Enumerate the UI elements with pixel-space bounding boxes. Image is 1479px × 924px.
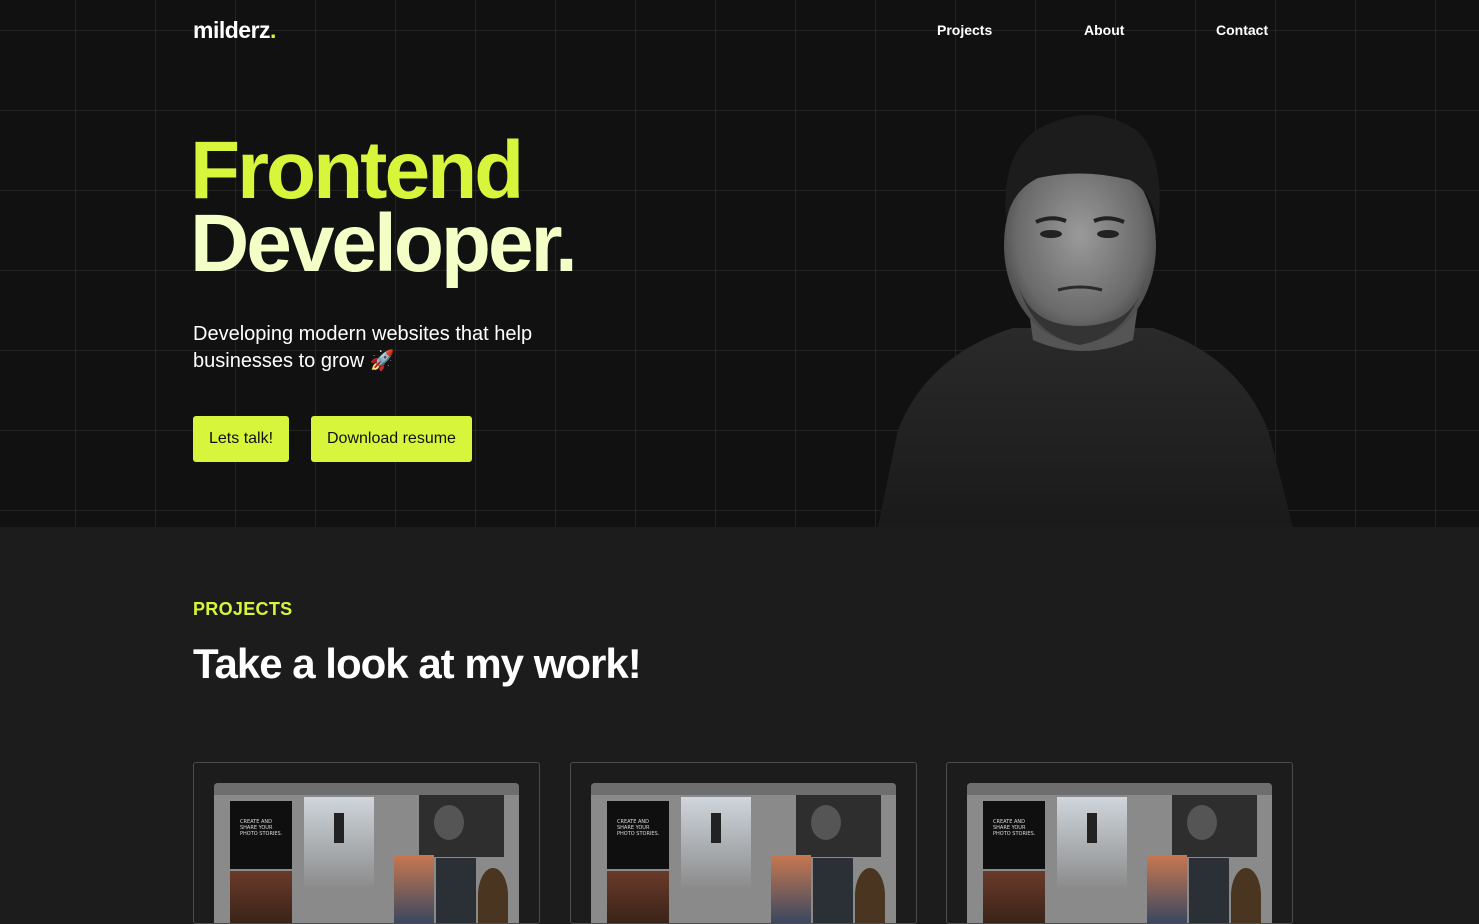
download-resume-button[interactable]: Download resume bbox=[311, 416, 472, 462]
projects-section-title: Take a look at my work! bbox=[193, 640, 642, 687]
logo[interactable]: milderz. bbox=[193, 17, 276, 44]
hero-section: milderz. Projects About Contact Frontend… bbox=[0, 0, 1479, 527]
nav-about[interactable]: About bbox=[1084, 22, 1124, 38]
logo-text: milderz bbox=[193, 17, 271, 43]
profile-photo bbox=[878, 115, 1293, 527]
project-thumbnail-title: CREATE AND SHARE YOUR PHOTO STORIES. bbox=[993, 819, 1036, 837]
projects-section: PROJECTS Take a look at my work! CREATE … bbox=[0, 527, 1479, 924]
project-thumbnail: CREATE AND SHARE YOUR PHOTO STORIES. bbox=[591, 783, 896, 923]
hero-subtitle: Developing modern websites that help bus… bbox=[193, 323, 533, 372]
project-card[interactable]: CREATE AND SHARE YOUR PHOTO STORIES. bbox=[193, 762, 540, 924]
lets-talk-button[interactable]: Lets talk! bbox=[193, 416, 290, 462]
project-thumbnail: CREATE AND SHARE YOUR PHOTO STORIES. bbox=[967, 783, 1272, 923]
logo-dot: . bbox=[270, 17, 276, 43]
nav-projects[interactable]: Projects bbox=[937, 22, 992, 38]
project-thumbnail-title: CREATE AND SHARE YOUR PHOTO STORIES. bbox=[240, 819, 283, 837]
projects-section-label: PROJECTS bbox=[193, 599, 293, 619]
project-card[interactable]: CREATE AND SHARE YOUR PHOTO STORIES. bbox=[570, 762, 917, 924]
project-card[interactable]: CREATE AND SHARE YOUR PHOTO STORIES. bbox=[946, 762, 1293, 924]
nav-contact[interactable]: Contact bbox=[1216, 22, 1268, 38]
project-thumbnail: CREATE AND SHARE YOUR PHOTO STORIES. bbox=[214, 783, 519, 923]
project-thumbnail-title: CREATE AND SHARE YOUR PHOTO STORIES. bbox=[617, 819, 660, 837]
hero-title-line-2: Developer. bbox=[190, 198, 578, 289]
